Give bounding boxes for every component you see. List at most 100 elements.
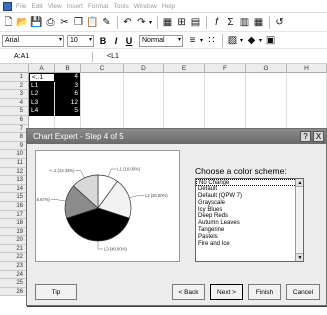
- menu-help[interactable]: Help: [162, 3, 175, 10]
- cell[interactable]: 5: [55, 107, 81, 116]
- cell[interactable]: [164, 107, 205, 116]
- cancel-button[interactable]: Cancel: [286, 284, 320, 300]
- menu-view[interactable]: View: [48, 3, 62, 10]
- cell[interactable]: [287, 107, 327, 116]
- scheme-option-tangerine[interactable]: Tangerine: [196, 227, 303, 234]
- paste-icon[interactable]: 📋: [86, 16, 99, 29]
- align-icon[interactable]: ≡: [186, 34, 199, 47]
- cell[interactable]: [205, 81, 246, 91]
- cell[interactable]: [246, 90, 287, 99]
- scheme-option-no-change[interactable]: No Change: [196, 179, 303, 186]
- cell[interactable]: [287, 115, 327, 125]
- cell[interactable]: [164, 98, 205, 108]
- finish-button[interactable]: Finish: [248, 284, 281, 300]
- cell[interactable]: [29, 115, 55, 125]
- cell[interactable]: [287, 98, 327, 108]
- cell[interactable]: [246, 115, 287, 125]
- undo-dropdown-icon[interactable]: ▾: [149, 19, 152, 26]
- cell[interactable]: 4: [55, 73, 81, 82]
- print-icon[interactable]: ⎙: [44, 16, 57, 29]
- numeric-format-icon[interactable]: ∷: [205, 34, 218, 47]
- cell[interactable]: [164, 90, 205, 99]
- row-header[interactable]: 2: [0, 82, 28, 91]
- row-header[interactable]: 1: [0, 73, 28, 82]
- bold-button[interactable]: B: [97, 36, 109, 46]
- next-button[interactable]: Next >: [210, 284, 243, 300]
- cell[interactable]: [81, 115, 124, 125]
- row-header[interactable]: 5: [0, 107, 28, 116]
- scroll-up-icon[interactable]: ▲: [296, 179, 303, 187]
- zoom-icon[interactable]: ↺: [273, 16, 286, 29]
- name-box[interactable]: A:A1: [14, 51, 74, 63]
- row-header[interactable]: 6: [0, 116, 28, 125]
- cut-icon[interactable]: ✂: [58, 16, 71, 29]
- cell[interactable]: [124, 73, 164, 82]
- column-header-b[interactable]: B: [55, 64, 81, 73]
- column-header-e[interactable]: E: [164, 64, 205, 73]
- cell[interactable]: [164, 73, 205, 82]
- column-header-c[interactable]: C: [81, 64, 124, 73]
- font-size-select[interactable]: 10 ▾: [67, 34, 94, 47]
- scheme-option-icy-blues[interactable]: Icy Blues: [196, 207, 303, 214]
- scheme-option-default[interactable]: Default: [196, 186, 303, 193]
- select-all-corner[interactable]: [0, 64, 29, 73]
- back-button[interactable]: < Back: [172, 284, 205, 300]
- cell[interactable]: [246, 98, 287, 108]
- scheme-option-fire-and-ice[interactable]: Fire and Ice: [196, 241, 303, 248]
- row-header[interactable]: 4: [0, 99, 28, 108]
- cell[interactable]: [81, 107, 124, 116]
- cell[interactable]: [81, 90, 124, 99]
- cell[interactable]: [205, 115, 246, 125]
- row-header[interactable]: 20: [0, 236, 28, 245]
- row-header[interactable]: 25: [0, 279, 28, 288]
- font-select[interactable]: Arial ▾: [2, 34, 64, 47]
- row-header[interactable]: 22: [0, 253, 28, 263]
- scroll-down-icon[interactable]: ▼: [296, 253, 303, 261]
- cell[interactable]: [287, 73, 327, 82]
- row-header[interactable]: 24: [0, 271, 28, 280]
- cell[interactable]: 3: [55, 81, 81, 91]
- cell[interactable]: [287, 90, 327, 99]
- row-header[interactable]: 14: [0, 185, 28, 194]
- menu-file[interactable]: File: [16, 3, 26, 10]
- cell[interactable]: [205, 73, 246, 82]
- row-header[interactable]: 10: [0, 150, 28, 159]
- cell[interactable]: [81, 98, 124, 108]
- column-header-f[interactable]: F: [205, 64, 246, 73]
- row-header[interactable]: 13: [0, 176, 28, 185]
- cell[interactable]: [205, 98, 246, 108]
- line-style-icon[interactable]: ▣: [264, 34, 277, 47]
- column-header-d[interactable]: D: [124, 64, 164, 73]
- scheme-scrollbar[interactable]: ▲ ▼: [295, 179, 303, 261]
- column-header-a[interactable]: A: [29, 64, 55, 73]
- row-header[interactable]: 8: [0, 133, 28, 142]
- new-doc-icon[interactable]: 🗋: [2, 16, 15, 29]
- column-header-g[interactable]: G: [246, 64, 287, 73]
- spreadsheet-icon[interactable]: ▦: [252, 16, 265, 29]
- cell[interactable]: [124, 98, 164, 108]
- undo-icon[interactable]: ↶: [121, 16, 134, 29]
- align-dropdown-icon[interactable]: ▾: [200, 37, 203, 44]
- cell[interactable]: [287, 81, 327, 91]
- underline-button[interactable]: U: [123, 36, 135, 46]
- table-icon[interactable]: ▦: [161, 16, 174, 29]
- formula-input[interactable]: <L1: [107, 53, 119, 60]
- menu-insert[interactable]: Insert: [67, 3, 83, 10]
- cell[interactable]: [246, 107, 287, 116]
- fill-dropdown-icon[interactable]: ▾: [240, 37, 243, 44]
- menu-edit[interactable]: Edit: [31, 3, 42, 10]
- color-scheme-list[interactable]: No Change Default Default (QPW 7) Graysc…: [195, 178, 304, 262]
- grid-icon[interactable]: ▤: [189, 16, 202, 29]
- cell[interactable]: 12: [55, 98, 81, 108]
- cell[interactable]: [81, 73, 124, 82]
- cell[interactable]: L1: [29, 81, 55, 91]
- cell[interactable]: 6: [55, 90, 81, 99]
- row-header[interactable]: 21: [0, 245, 28, 254]
- paint-dropdown-icon[interactable]: ▾: [259, 37, 262, 44]
- italic-button[interactable]: I: [110, 36, 122, 46]
- row-header[interactable]: 26: [0, 288, 28, 297]
- style-select[interactable]: Normal ▾: [139, 34, 183, 47]
- save-icon[interactable]: 💾: [30, 16, 43, 29]
- paint-icon[interactable]: ◆: [245, 34, 258, 47]
- cell[interactable]: <..1: [29, 73, 55, 82]
